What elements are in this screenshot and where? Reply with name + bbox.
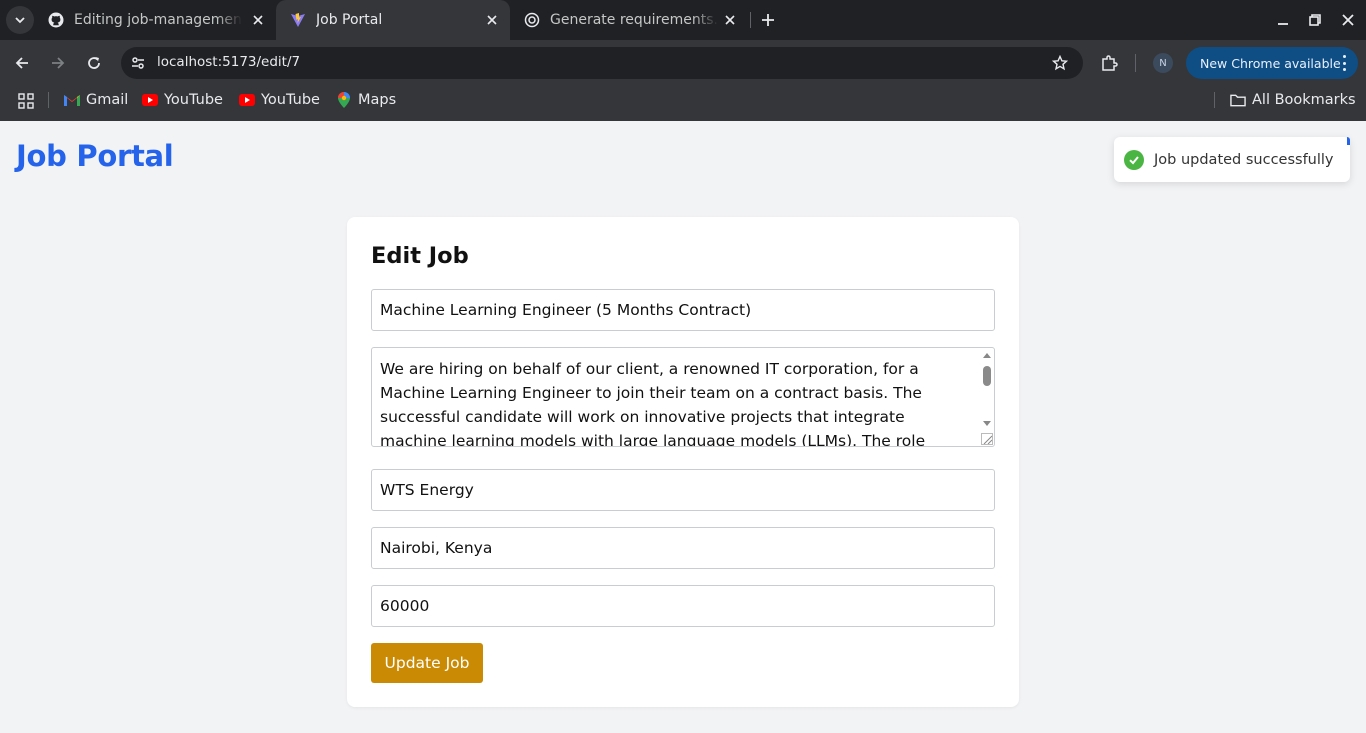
close-window-button[interactable] — [1336, 8, 1360, 32]
form-heading: Edit Job — [371, 243, 469, 269]
bookmark-star-icon[interactable] — [1051, 54, 1069, 72]
url-text: localhost:5173/edit/7 — [157, 54, 301, 70]
tab-job-portal[interactable]: Job Portal — [276, 0, 510, 40]
description-text: We are hiring on behalf of our client, a… — [380, 360, 926, 447]
close-tab-icon[interactable] — [250, 12, 266, 28]
tab-title: Job Portal — [316, 12, 383, 28]
tab-strip: Editing job-management Job Portal Genera… — [0, 0, 1366, 40]
bookmark-separator — [48, 92, 49, 108]
company-input[interactable] — [371, 469, 995, 511]
vite-logo-icon — [290, 12, 306, 28]
location-input[interactable] — [371, 527, 995, 569]
tab-github[interactable]: Editing job-management — [34, 0, 276, 40]
bookmark-youtube[interactable]: YouTube — [239, 90, 320, 110]
back-button[interactable] — [8, 49, 36, 77]
extensions-button[interactable] — [1098, 52, 1120, 74]
bookmark-label: Gmail — [86, 92, 129, 108]
browser-chrome: Editing job-management Job Portal Genera… — [0, 0, 1366, 121]
close-tab-icon[interactable] — [722, 12, 738, 28]
arrow-right-icon — [52, 57, 65, 69]
plus-icon — [762, 14, 774, 26]
minimize-button[interactable] — [1271, 8, 1295, 32]
textarea-scrollbar[interactable] — [980, 348, 994, 446]
bookmark-youtube[interactable]: YouTube — [142, 90, 223, 110]
maps-pin-icon — [336, 92, 352, 108]
forward-button[interactable] — [44, 49, 72, 77]
salary-input[interactable] — [371, 585, 995, 627]
update-label: New Chrome available — [1200, 55, 1341, 71]
bookmarks-bar: Gmail YouTube YouTube Maps All Bookmarks — [0, 86, 1366, 121]
gmail-icon — [64, 92, 80, 108]
scroll-up-icon[interactable] — [983, 353, 991, 358]
youtube-icon — [239, 92, 255, 108]
close-tab-icon[interactable] — [484, 12, 500, 28]
minimize-icon — [1278, 23, 1288, 25]
close-icon — [1342, 14, 1354, 26]
reload-icon — [88, 57, 100, 69]
github-icon — [48, 12, 64, 28]
reload-button[interactable] — [80, 49, 108, 77]
openai-logo-icon — [524, 12, 540, 28]
address-bar[interactable]: localhost:5173/edit/7 — [121, 47, 1083, 79]
job-title-input[interactable] — [371, 289, 995, 331]
check-circle-icon — [1124, 149, 1144, 170]
resize-handle-icon[interactable] — [981, 433, 993, 445]
scroll-down-icon[interactable] — [983, 421, 991, 426]
restore-button[interactable] — [1303, 8, 1327, 32]
tab-search-button[interactable] — [6, 6, 34, 34]
folder-icon — [1230, 92, 1246, 108]
toast-accent — [1347, 137, 1350, 145]
bookmark-label: YouTube — [261, 92, 320, 108]
job-description-textarea[interactable]: We are hiring on behalf of our client, a… — [371, 347, 995, 447]
restore-icon — [1309, 14, 1321, 26]
toolbar-separator — [1135, 54, 1136, 72]
profile-avatar[interactable]: N — [1153, 53, 1173, 73]
bookmark-gmail[interactable]: Gmail — [64, 90, 128, 110]
tab-title: Generate requirements.tx — [550, 12, 718, 28]
new-tab-button[interactable] — [756, 8, 780, 32]
tab-separator — [750, 12, 751, 28]
apps-grid-icon[interactable] — [18, 93, 34, 109]
site-info-icon[interactable] — [129, 54, 147, 72]
more-vert-icon — [1342, 55, 1346, 71]
scroll-thumb[interactable] — [983, 366, 991, 386]
success-toast: Job updated successfully — [1114, 137, 1350, 182]
tab-title: Editing job-management — [74, 12, 242, 28]
update-job-button[interactable]: Update Job — [371, 643, 483, 683]
bookmark-label: YouTube — [164, 92, 223, 108]
bookmark-separator — [1214, 92, 1215, 108]
edit-job-card: Edit Job We are hiring on behalf of our … — [347, 217, 1019, 707]
arrow-left-icon — [15, 57, 28, 69]
tab-chatgpt[interactable]: Generate requirements.tx — [510, 0, 748, 40]
bookmark-label: All Bookmarks — [1252, 92, 1356, 108]
youtube-icon — [142, 92, 158, 108]
app-brand[interactable]: Job Portal — [16, 139, 174, 173]
toast-message: Job updated successfully — [1154, 151, 1334, 168]
bookmark-maps[interactable]: Maps — [336, 90, 396, 110]
puzzle-icon — [1102, 55, 1118, 71]
chevron-down-icon — [15, 17, 25, 24]
chrome-update-button[interactable]: New Chrome available — [1186, 47, 1358, 79]
all-bookmarks-button[interactable]: All Bookmarks — [1230, 90, 1356, 110]
bookmark-label: Maps — [358, 92, 397, 108]
